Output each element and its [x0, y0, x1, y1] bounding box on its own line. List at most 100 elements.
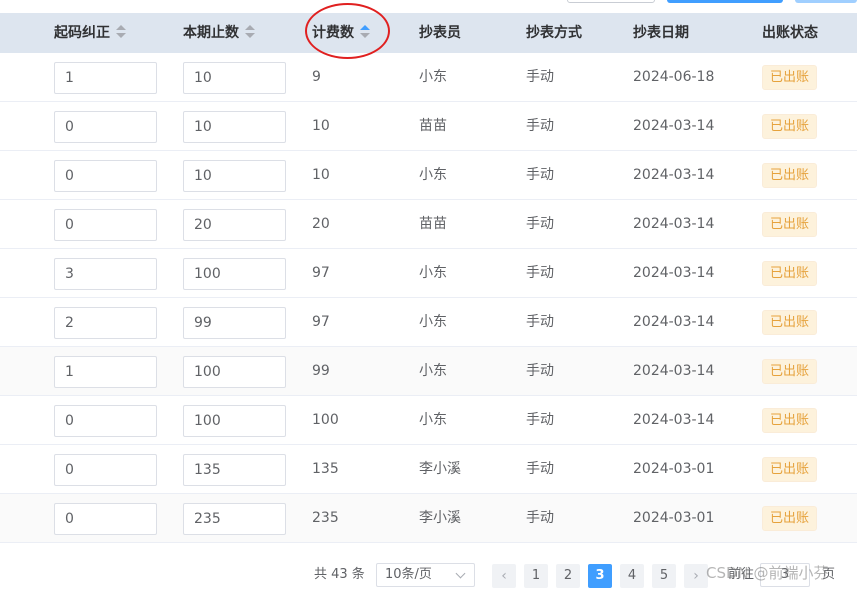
pagination-total: 共 43 条 [314, 567, 365, 582]
header-correction-label: 起码纠正 [54, 25, 110, 41]
status-badge: 已出账 [762, 114, 818, 139]
current-reading-input[interactable]: 20 [183, 209, 286, 241]
page-size-value: 10条/页 [385, 567, 432, 582]
page-button[interactable]: 3 [588, 564, 612, 588]
billing-count-cell: 10 [312, 118, 330, 134]
correction-input[interactable]: 0 [54, 209, 157, 241]
correction-input[interactable]: 0 [54, 405, 157, 437]
reader-cell: 小东 [419, 69, 447, 85]
status-badge: 已出账 [762, 261, 818, 286]
page-button[interactable]: 4 [620, 564, 644, 588]
correction-input[interactable]: 2 [54, 307, 157, 339]
correction-input[interactable]: 0 [54, 454, 157, 486]
table-row: 0 135 135 李小溪 手动 2024-03-01 已出账 [0, 445, 857, 494]
current-reading-input[interactable]: 235 [183, 503, 286, 535]
billing-count-cell: 97 [312, 314, 330, 330]
method-cell: 手动 [526, 265, 554, 281]
method-cell: 手动 [526, 69, 554, 85]
sort-icon[interactable] [245, 25, 255, 39]
goto-page-input[interactable]: 3 [760, 563, 810, 587]
billing-count-cell: 235 [312, 510, 339, 526]
toolbar-button-disabled[interactable] [795, 0, 857, 3]
billing-count-cell: 9 [312, 69, 321, 85]
date-cell: 2024-03-14 [633, 265, 715, 281]
chevron-down-icon [455, 568, 466, 579]
method-cell: 手动 [526, 461, 554, 477]
page-button[interactable]: 2 [556, 564, 580, 588]
billing-count-cell: 99 [312, 363, 330, 379]
reader-cell: 苗苗 [419, 118, 447, 134]
status-badge: 已出账 [762, 359, 818, 384]
meter-reading-table: 起码纠正 本期止数 计费数 抄表员 抄表方式 抄表日期 出账状态 1 10 9 小东手… [0, 13, 857, 543]
header-correction[interactable]: 起码纠正 [54, 13, 126, 53]
date-cell: 2024-03-14 [633, 118, 715, 134]
toolbar-button-outline[interactable] [567, 0, 655, 3]
reader-cell: 李小溪 [419, 461, 461, 477]
pagination: 共 43 条 10条/页 ‹ 12345 › 前往 3 页 [0, 560, 857, 590]
status-badge: 已出账 [762, 408, 818, 433]
method-cell: 手动 [526, 412, 554, 428]
page-button[interactable]: 5 [652, 564, 676, 588]
header-method: 抄表方式 [526, 25, 582, 41]
method-cell: 手动 [526, 363, 554, 379]
billing-count-cell: 100 [312, 412, 339, 428]
page-button[interactable]: 1 [524, 564, 548, 588]
correction-input[interactable]: 0 [54, 160, 157, 192]
current-reading-input[interactable]: 100 [183, 356, 286, 388]
current-reading-input[interactable]: 10 [183, 160, 286, 192]
table-row: 1 10 9 小东 手动 2024-06-18 已出账 [0, 53, 857, 102]
header-status: 出账状态 [762, 25, 818, 41]
method-cell: 手动 [526, 314, 554, 330]
current-reading-input[interactable]: 100 [183, 405, 286, 437]
correction-input[interactable]: 0 [54, 503, 157, 535]
current-reading-input[interactable]: 10 [183, 111, 286, 143]
current-reading-input[interactable]: 100 [183, 258, 286, 290]
header-billing-count[interactable]: 计费数 [312, 13, 370, 53]
reader-cell: 李小溪 [419, 510, 461, 526]
date-cell: 2024-03-01 [633, 461, 715, 477]
current-reading-input[interactable]: 99 [183, 307, 286, 339]
billing-count-cell: 20 [312, 216, 330, 232]
method-cell: 手动 [526, 167, 554, 183]
page-size-select[interactable]: 10条/页 [376, 563, 475, 587]
method-cell: 手动 [526, 510, 554, 526]
prev-page-button[interactable]: ‹ [492, 564, 516, 588]
table-row: 1 100 99 小东 手动 2024-03-14 已出账 [0, 347, 857, 396]
table-row: 0 10 10 小东 手动 2024-03-14 已出账 [0, 151, 857, 200]
sort-icon[interactable] [116, 25, 126, 39]
header-current-reading[interactable]: 本期止数 [183, 13, 255, 53]
status-badge: 已出账 [762, 163, 818, 188]
reader-cell: 小东 [419, 314, 447, 330]
header-reader: 抄表员 [419, 25, 461, 41]
correction-input[interactable]: 0 [54, 111, 157, 143]
table-body: 1 10 9 小东 手动 2024-06-18 已出账 0 10 10 苗苗 手动 2024-03-14… [0, 53, 857, 543]
next-page-button[interactable]: › [684, 564, 708, 588]
table-row: 0 10 10 苗苗 手动 2024-03-14 已出账 [0, 102, 857, 151]
current-reading-input[interactable]: 10 [183, 62, 286, 94]
table-header: 起码纠正 本期止数 计费数 抄表员 抄表方式 抄表日期 出账状态 [0, 13, 857, 53]
current-reading-input[interactable]: 135 [183, 454, 286, 486]
correction-input[interactable]: 3 [54, 258, 157, 290]
status-badge: 已出账 [762, 506, 818, 531]
date-cell: 2024-06-18 [633, 69, 715, 85]
status-badge: 已出账 [762, 212, 818, 237]
date-cell: 2024-03-01 [633, 510, 715, 526]
toolbar-button-primary[interactable] [667, 0, 783, 3]
goto-label: 前往 [728, 567, 755, 582]
header-billing-count-label: 计费数 [312, 25, 354, 41]
table-row: 0 235 235 李小溪 手动 2024-03-01 已出账 [0, 494, 857, 543]
correction-input[interactable]: 1 [54, 356, 157, 388]
correction-input[interactable]: 1 [54, 62, 157, 94]
date-cell: 2024-03-14 [633, 167, 715, 183]
reader-cell: 苗苗 [419, 216, 447, 232]
billing-count-cell: 97 [312, 265, 330, 281]
table-row: 0 20 20 苗苗 手动 2024-03-14 已出账 [0, 200, 857, 249]
reader-cell: 小东 [419, 167, 447, 183]
header-current-reading-label: 本期止数 [183, 25, 239, 41]
sort-ascending-icon[interactable] [360, 25, 370, 39]
chevron-left-icon: ‹ [501, 568, 507, 584]
date-cell: 2024-03-14 [633, 363, 715, 379]
header-date: 抄表日期 [633, 25, 689, 41]
status-badge: 已出账 [762, 310, 818, 335]
status-badge: 已出账 [762, 457, 818, 482]
